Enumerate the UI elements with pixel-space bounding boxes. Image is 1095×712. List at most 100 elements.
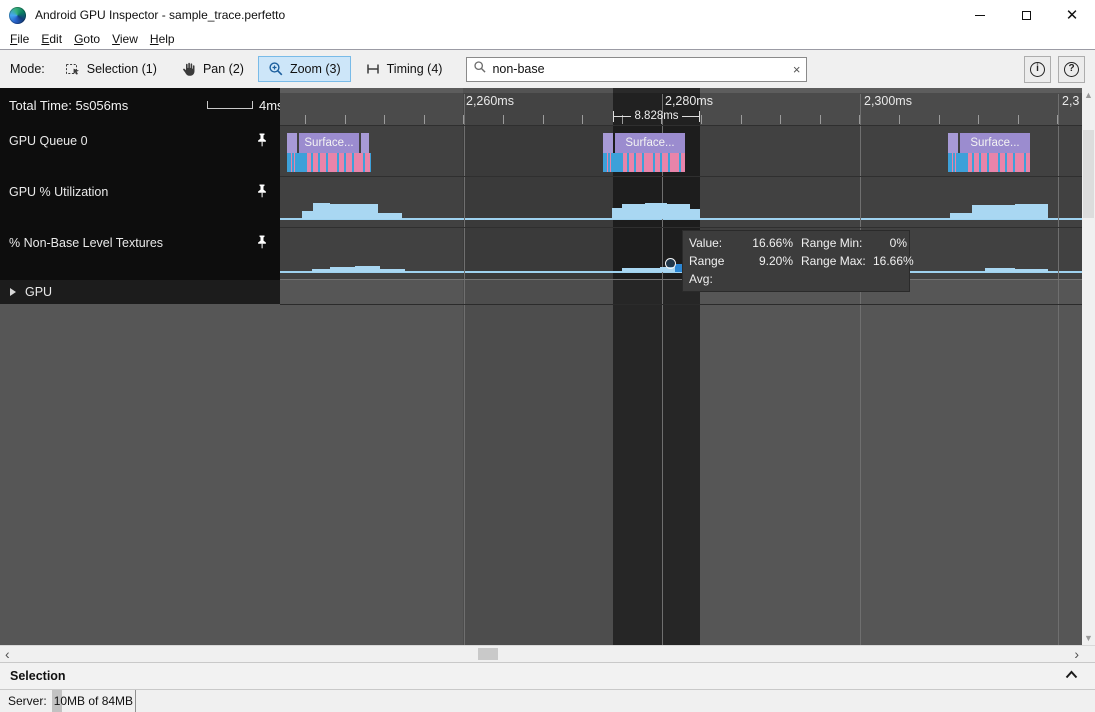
axis-tick-label: 2,260ms — [466, 94, 514, 108]
track-row-nonbase-textures[interactable]: % Non-Base Level Textures — [0, 227, 280, 280]
toolbar: Mode: Selection (1) Pan (2) Zoom (3) Tim… — [0, 49, 1095, 88]
pin-icon[interactable] — [255, 133, 269, 154]
surface-slice[interactable]: Surface... — [960, 133, 1030, 153]
maximize-button[interactable] — [1003, 0, 1049, 30]
surface-slice[interactable]: Surface... — [615, 133, 685, 153]
gpu-group-row[interactable]: GPU — [0, 280, 280, 304]
search-input[interactable]: non-base × — [466, 57, 807, 82]
track-label-panel: Total Time: 5s056ms 4ms GPU Queue 0 GPU … — [0, 88, 280, 645]
timeline-canvas[interactable]: 8.828ms Value: 16.66% Range Min: 0% Rang… — [280, 88, 1082, 645]
selection-mode-button[interactable]: Selection (1) — [55, 56, 167, 82]
minimize-button[interactable] — [957, 0, 1003, 30]
timeline-header: Total Time: 5s056ms 4ms — [0, 88, 280, 125]
axis-tick-label: 2,300ms — [864, 94, 912, 108]
scale-ruler-icon — [207, 101, 253, 109]
pin-icon[interactable] — [255, 235, 269, 256]
expand-triangle-icon — [10, 288, 16, 296]
menu-help[interactable]: Help — [148, 32, 185, 48]
surface-slice-block: Surface... — [948, 133, 1030, 172]
info-button[interactable]: i — [1024, 56, 1051, 83]
timing-mode-button[interactable]: Timing (4) — [355, 56, 453, 82]
gpu-group-label: GPU — [25, 285, 52, 299]
selection-panel-header[interactable]: Selection — [0, 662, 1095, 690]
horizontal-scrollbar[interactable]: ‹ › — [0, 645, 1095, 662]
axis-tick — [1018, 115, 1019, 124]
vertical-scrollbar[interactable]: ▲ ▼ — [1082, 88, 1095, 645]
help-button[interactable]: ? — [1058, 56, 1085, 83]
track-row-gpu-utilization[interactable]: GPU % Utilization — [0, 176, 280, 227]
surface-slice[interactable] — [361, 133, 369, 153]
scroll-down-icon[interactable]: ▼ — [1082, 632, 1095, 644]
textures-area-segment — [330, 267, 355, 272]
axis-tick — [345, 115, 346, 124]
track-row-gpu-queue[interactable]: GPU Queue 0 — [0, 125, 280, 176]
axis-tick-label: 2,3 — [1062, 94, 1079, 108]
time-measurement: 8.828ms — [613, 109, 700, 123]
axis-tick — [978, 115, 979, 124]
window-controls: ✕ — [957, 0, 1095, 30]
clear-search-icon[interactable]: × — [793, 62, 801, 77]
total-time-label: Total Time: 5s056ms — [9, 98, 128, 113]
menu-view[interactable]: View — [110, 32, 148, 48]
tooltip-label: Range Avg: — [689, 252, 747, 288]
textures-area-segment — [312, 269, 330, 272]
search-value: non-base — [492, 62, 792, 76]
axis-tick — [780, 115, 781, 124]
axis-tick — [741, 115, 742, 124]
zoom-mode-button[interactable]: Zoom (3) — [258, 56, 351, 82]
utilization-area-segment — [330, 204, 378, 219]
horizontal-scroll-thumb[interactable] — [478, 648, 498, 660]
axis-tick — [543, 115, 544, 124]
scroll-up-icon[interactable]: ▲ — [1082, 89, 1095, 101]
minimize-icon — [975, 15, 985, 16]
surface-slice[interactable] — [287, 133, 297, 153]
surface-slice[interactable]: Surface... — [299, 133, 359, 153]
status-bar: Server: 10MB of 84MB — [0, 690, 1095, 712]
zoom-mode-label: Zoom (3) — [290, 62, 341, 76]
utilization-area-segment — [302, 211, 313, 219]
surface-slice[interactable] — [603, 133, 613, 153]
tooltip-value: 16.66% — [873, 252, 907, 288]
surface-slice-block: Surface... — [603, 133, 685, 172]
surface-slice-block: Surface... — [287, 133, 371, 172]
scroll-right-icon[interactable]: › — [1074, 646, 1079, 662]
timing-mode-label: Timing (4) — [387, 62, 443, 76]
vertical-scroll-thumb[interactable] — [1083, 130, 1094, 218]
utilization-area-segment — [690, 209, 700, 219]
hover-point-icon — [665, 258, 676, 269]
utilization-area-segment — [667, 204, 690, 219]
menu-file[interactable]: File — [8, 32, 39, 48]
textures-area-segment — [355, 266, 380, 272]
menu-edit[interactable]: Edit — [39, 32, 72, 48]
gpu-queue-slices[interactable] — [603, 153, 685, 172]
axis-tick-label: 2,280ms — [665, 94, 713, 108]
axis-tick — [899, 115, 900, 124]
close-button[interactable]: ✕ — [1049, 0, 1095, 30]
track-name: GPU Queue 0 — [9, 134, 88, 148]
gpu-queue-slices[interactable] — [287, 153, 371, 172]
app-logo-icon — [9, 7, 26, 24]
search-icon — [473, 60, 487, 79]
selection-mode-label: Selection (1) — [87, 62, 157, 76]
axis-tick — [582, 115, 583, 124]
chevron-up-icon[interactable] — [1064, 667, 1079, 685]
scroll-left-icon[interactable]: ‹ — [5, 646, 10, 662]
axis-tick — [305, 115, 306, 124]
textures-area-segment — [622, 268, 660, 272]
gpu-queue-slices[interactable] — [948, 153, 1030, 172]
dimmed-region — [463, 88, 613, 645]
utilization-area-segment — [612, 208, 622, 219]
surface-slice[interactable] — [948, 133, 958, 153]
hover-tooltip: Value: 16.66% Range Min: 0% Range Avg: 9… — [683, 231, 909, 291]
pan-mode-button[interactable]: Pan (2) — [171, 56, 254, 82]
menu-goto[interactable]: Goto — [72, 32, 110, 48]
axis-tick — [503, 115, 504, 124]
zoom-mode-icon — [268, 61, 284, 77]
timeline-main: Total Time: 5s056ms 4ms GPU Queue 0 GPU … — [0, 88, 1095, 645]
track-name: GPU % Utilization — [9, 185, 108, 199]
title-bar: Android GPU Inspector - sample_trace.per… — [0, 0, 1095, 30]
surface-slice-label: Surface... — [970, 137, 1019, 149]
pin-icon[interactable] — [255, 184, 269, 205]
tooltip-value: 16.66% — [747, 234, 793, 252]
measurement-label: 8.828ms — [631, 110, 681, 122]
